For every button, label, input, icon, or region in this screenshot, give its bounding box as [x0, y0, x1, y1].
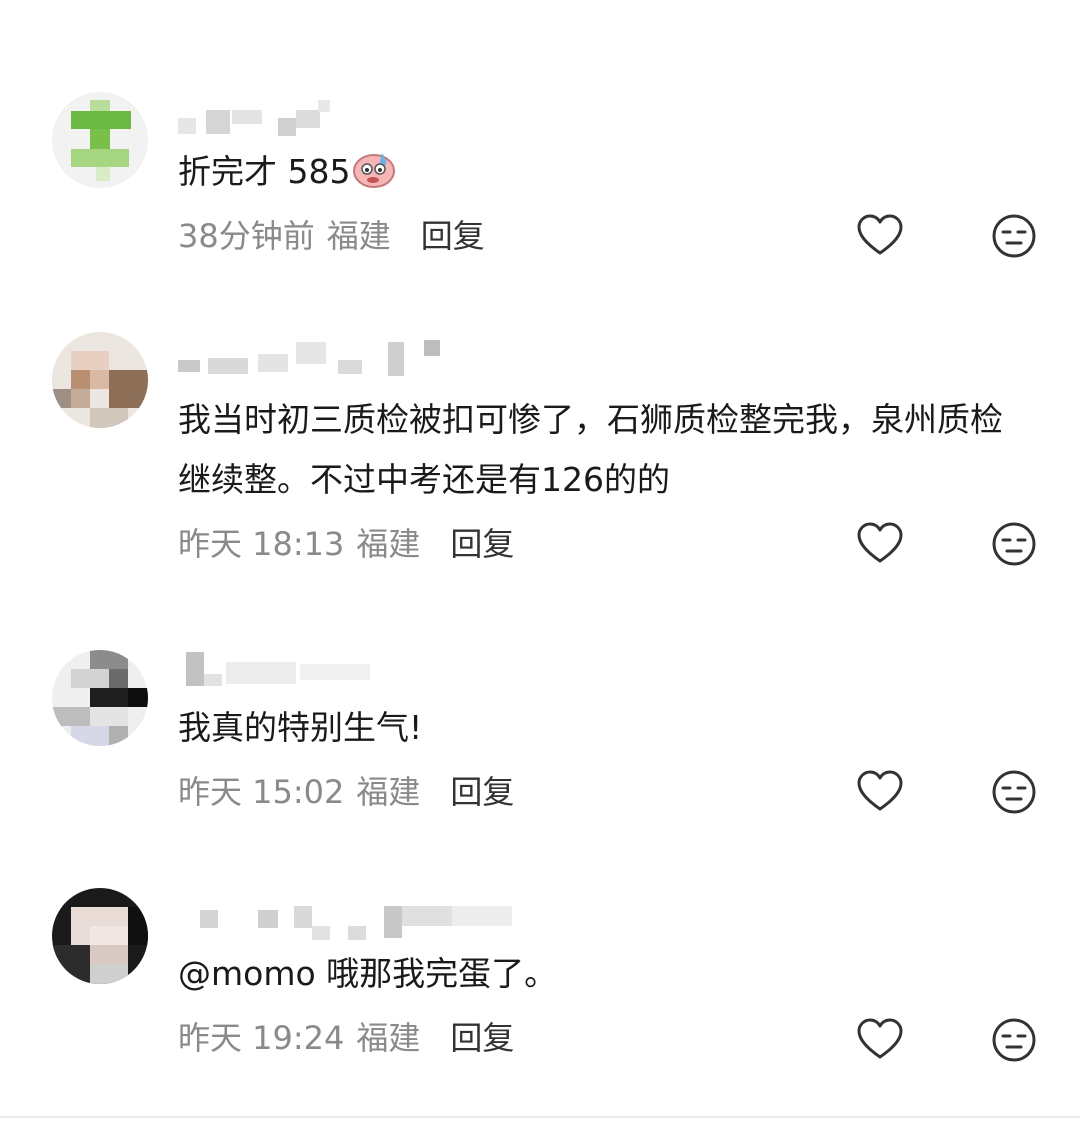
comment-meta: 昨天 15:02 福建 回复	[178, 772, 514, 812]
reply-button[interactable]: 回复	[450, 773, 514, 811]
avatar[interactable]	[52, 650, 148, 746]
neutral-face-icon[interactable]	[990, 1016, 1038, 1064]
comment-time: 38分钟前	[178, 217, 315, 255]
comment-meta: 昨天 19:24 福建 回复	[178, 1018, 514, 1058]
heart-icon[interactable]	[856, 520, 904, 568]
reply-button[interactable]: 回复	[421, 217, 485, 255]
comment-location: 福建	[326, 217, 391, 255]
avatar[interactable]	[52, 888, 148, 984]
comment-meta: 昨天 18:13 福建 回复	[178, 524, 514, 564]
heart-icon[interactable]	[856, 212, 904, 260]
neutral-face-icon[interactable]	[990, 768, 1038, 816]
comment-text: 我真的特别生气!	[178, 708, 423, 747]
comment-text: 我当时初三质检被扣可惨了，石狮质检整完我，泉州质检继续整。不过中考还是有126的…	[178, 400, 1003, 499]
comment-meta: 38分钟前 福建 回复	[178, 216, 485, 256]
heart-icon[interactable]	[856, 1016, 904, 1064]
neutral-face-icon[interactable]	[990, 212, 1038, 260]
heart-icon[interactable]	[856, 768, 904, 816]
username-blurred[interactable]	[178, 340, 558, 376]
comment-time: 昨天 15:02	[178, 773, 345, 811]
username-blurred[interactable]	[178, 652, 558, 688]
reply-button[interactable]: 回复	[450, 1019, 514, 1057]
avatar[interactable]	[52, 92, 148, 188]
comment-time: 昨天 18:13	[178, 525, 345, 563]
comment-location: 福建	[356, 773, 421, 811]
comment-text: @momo 哦那我完蛋了。	[178, 954, 558, 993]
sweat-face-emoji	[352, 148, 398, 188]
username-blurred[interactable]	[178, 100, 558, 136]
comment-location: 福建	[356, 525, 421, 563]
comment-time: 昨天 19:24	[178, 1019, 345, 1057]
reply-button[interactable]: 回复	[450, 525, 514, 563]
comment-location: 福建	[356, 1019, 421, 1057]
divider	[0, 1116, 1080, 1118]
avatar[interactable]	[52, 332, 148, 428]
comment-text: 折完才 585	[178, 142, 1038, 202]
username-blurred[interactable]	[178, 904, 558, 940]
neutral-face-icon[interactable]	[990, 520, 1038, 568]
